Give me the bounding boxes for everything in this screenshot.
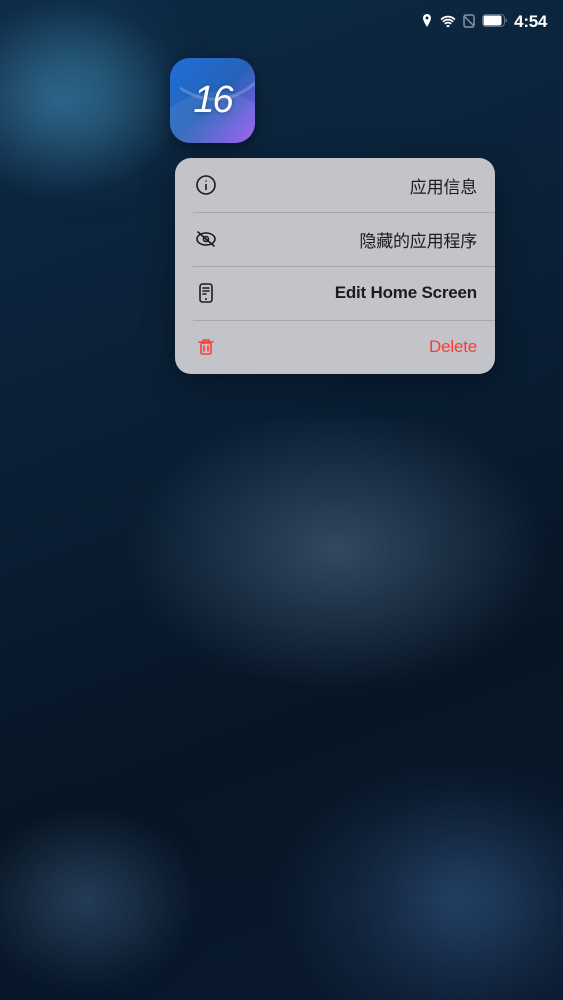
status-time: 4:54	[514, 12, 547, 32]
menu-item-delete[interactable]: Delete	[175, 320, 495, 374]
bg-blur-3	[413, 850, 533, 950]
location-icon	[420, 14, 434, 31]
menu-item-hide-app[interactable]: 隐藏的应用程序	[175, 212, 495, 266]
bg-blur-1	[20, 30, 140, 150]
eye-slash-icon	[193, 226, 219, 252]
hide-app-label: 隐藏的应用程序	[359, 227, 477, 252]
delete-label: Delete	[429, 337, 477, 357]
menu-item-edit-home[interactable]: Edit Home Screen	[175, 266, 495, 320]
menu-item-app-info[interactable]: 应用信息	[175, 158, 495, 212]
bg-blur-2	[40, 860, 140, 940]
context-menu: 应用信息 隐藏的应用程序 Edit Home Screen	[175, 158, 495, 374]
battery-icon	[482, 14, 508, 30]
no-sim-icon	[462, 14, 476, 31]
app-info-label: 应用信息	[410, 173, 477, 198]
app-icon[interactable]: 16	[170, 58, 255, 143]
wifi-icon	[440, 14, 456, 30]
trash-icon	[193, 334, 219, 360]
info-icon	[193, 172, 219, 198]
app-icon-number: 16	[193, 79, 231, 122]
status-bar-right: 4:54	[420, 12, 547, 32]
edit-home-label: Edit Home Screen	[335, 283, 477, 303]
app-icon-wrapper[interactable]: 16	[170, 58, 255, 143]
status-bar: 4:54	[0, 0, 563, 44]
phone-screen-icon	[193, 280, 219, 306]
